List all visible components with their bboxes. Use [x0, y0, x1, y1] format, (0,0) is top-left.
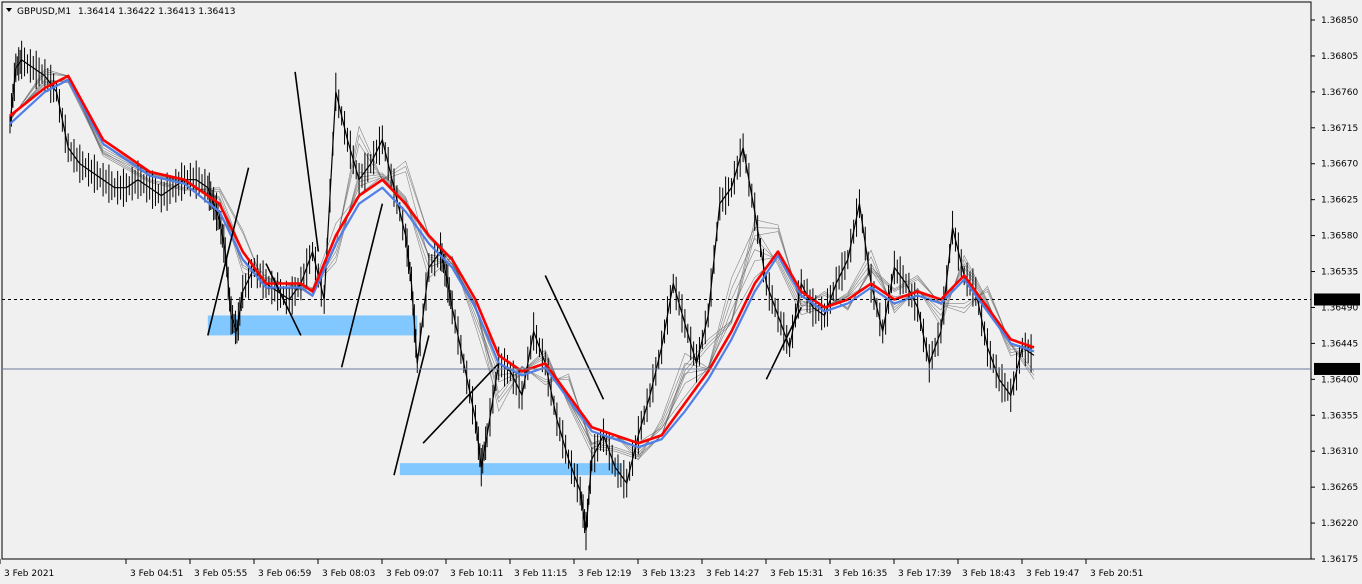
x-tick-label: 3 Feb 16:35: [834, 569, 887, 579]
symbol-label: GBPUSD,M1: [17, 7, 71, 17]
ohlc-readout: 1.36414 1.36422 1.36413 1.36413: [78, 7, 235, 17]
x-tick-label: 3 Feb 13:23: [642, 569, 695, 579]
x-tick-label: 3 Feb 11:15: [514, 569, 567, 579]
y-tick-label: 1.36400: [1321, 375, 1358, 385]
y-tick-label: 1.36805: [1321, 52, 1358, 62]
y-tick-label: 1.36580: [1321, 232, 1358, 242]
y-tick-label: 1.36535: [1321, 268, 1358, 278]
y-tick-label: 1.36175: [1321, 555, 1358, 565]
price-chart[interactable]: 1.365001.36413 1.368501.368051.367601.36…: [0, 0, 1362, 584]
x-tick-label: 3 Feb 15:31: [770, 569, 823, 579]
y-tick-label: 1.36760: [1321, 88, 1358, 98]
x-tick-label: 3 Feb 04:51: [130, 569, 183, 579]
x-tick-label: 3 Feb 18:43: [962, 569, 1015, 579]
x-tick-label: 3 Feb 19:47: [1026, 569, 1079, 579]
y-tick-label: 1.36310: [1321, 447, 1358, 457]
x-tick-label: 3 Feb 14:27: [706, 569, 759, 579]
y-tick-label: 1.36715: [1321, 124, 1358, 134]
x-tick-label: 3 Feb 06:59: [258, 569, 312, 579]
x-tick-label: 3 Feb 17:39: [898, 569, 952, 579]
y-tick-label: 1.36670: [1321, 160, 1358, 170]
x-tick-label: 3 Feb 05:55: [194, 569, 247, 579]
x-tick-label: 3 Feb 10:11: [450, 569, 503, 579]
y-tick-label: 1.36220: [1321, 519, 1358, 529]
y-tick-label: 1.36625: [1321, 196, 1358, 206]
demand-zone[interactable]: [399, 463, 621, 476]
x-tick-label: 3 Feb 2021: [4, 569, 54, 579]
x-tick-label: 3 Feb 20:51: [1090, 569, 1143, 579]
chart-background: [0, 0, 1362, 584]
level-price-label: 1.36413: [1317, 365, 1354, 375]
y-tick-label: 1.36445: [1321, 339, 1358, 349]
x-tick-label: 3 Feb 09:07: [386, 569, 439, 579]
y-tick-label: 1.36850: [1321, 16, 1358, 26]
chart-header: GBPUSD,M1 1.36414 1.36422 1.36413 1.3641…: [6, 7, 235, 17]
x-tick-label: 3 Feb 08:03: [322, 569, 375, 579]
x-tick-label: 3 Feb 12:19: [578, 569, 632, 579]
y-tick-label: 1.36355: [1321, 411, 1358, 421]
y-tick-label: 1.36265: [1321, 483, 1358, 493]
chart-window[interactable]: 1.36500 1.36413 1.36850 1.36805 1.36760 1.36…: [0, 0, 1362, 584]
y-tick-label: 1.36490: [1321, 303, 1358, 313]
